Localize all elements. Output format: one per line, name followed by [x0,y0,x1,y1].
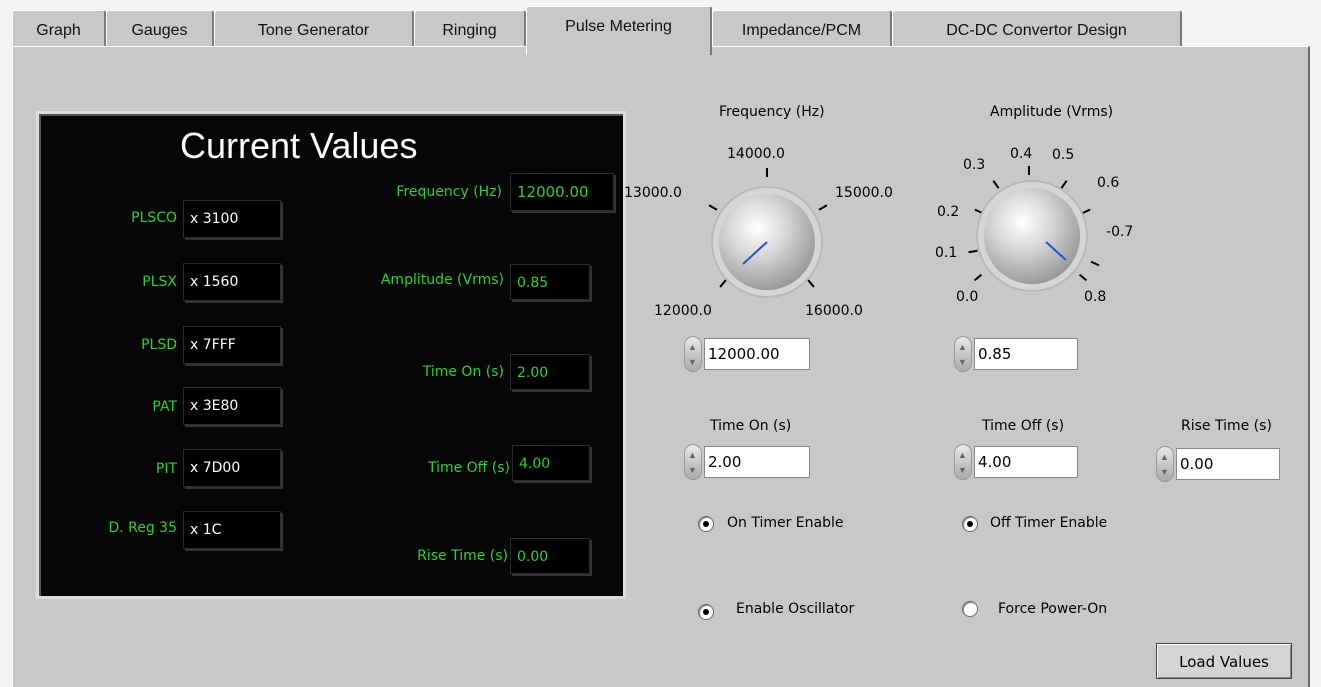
tab-tone-generator[interactable]: Tone Generator [214,10,414,48]
amplitude-scale-label: 0.8 [1084,289,1107,305]
knob-tick [1028,166,1030,175]
amplitude-scale-label: 0.1 [935,245,958,261]
time-on-control[interactable]: ▲ ▼ 2.00 [684,444,812,480]
time-off-label: Time Off (s) [982,418,1065,434]
frequency-scale-label: 15000.0 [835,185,893,201]
tab-graph[interactable]: Graph [12,10,106,48]
knob-tick [766,168,768,177]
rise-time-control[interactable]: ▲ ▼ 0.00 [1156,446,1282,482]
knob-indicator [742,241,768,265]
frequency-scale-label: 14000.0 [727,146,785,162]
frequency-knob-title: Frequency (Hz) [719,104,825,120]
current-values-title: Current Values [180,125,418,166]
register-label: PIT [155,461,177,477]
amplitude-scale-label: 0.6 [1097,175,1120,191]
readout-label: Time On (s) [422,364,504,380]
time-off-input[interactable]: 4.00 [974,446,1078,478]
register-label: PAT [152,399,177,415]
time-on-input[interactable]: 2.00 [704,446,810,478]
amplitude-knob[interactable] [984,188,1080,284]
frequency-knob[interactable] [719,194,815,290]
readout-label: Amplitude (Vrms) [380,272,504,288]
tab-dc-dc-convertor-design[interactable]: DC-DC Convertor Design [892,10,1182,48]
frequency-scale-label: 13000.0 [624,185,682,201]
time-off-spin-button[interactable]: ▲ ▼ [954,444,972,480]
register-label: PLSCO [131,210,177,226]
readout-value: 12000.00 [510,173,614,211]
amplitude-scale-label: -0.7 [1106,224,1134,240]
readout-label: Frequency (Hz) [396,184,502,200]
frequency-scale-label: 16000.0 [805,303,863,319]
time-on-label: Time On (s) [710,418,792,434]
on-timer-enable-label: On Timer Enable [727,515,844,531]
frequency-input[interactable]: 12000.00 [704,338,810,370]
register-label: PLSX [142,274,177,290]
readout-label: Rise Time (s) [417,548,508,564]
off-timer-enable-label: Off Timer Enable [990,515,1108,531]
readout-value: 2.00 [510,354,590,390]
amplitude-scale-label: 0.5 [1052,147,1075,163]
amplitude-spin-button[interactable]: ▲ ▼ [954,336,972,372]
rise-time-spin-button[interactable]: ▲ ▼ [1156,446,1174,482]
tab-pulse-metering[interactable]: Pulse Metering [526,6,712,55]
enable-oscillator-radio[interactable] [698,604,714,620]
amplitude-numeric-control[interactable]: ▲ ▼ 0.85 [954,336,1080,372]
amplitude-scale-value: 0.7 [1111,224,1134,240]
force-power-on-label: Force Power-On [998,601,1108,617]
rise-time-input[interactable]: 0.00 [1176,448,1280,480]
tab-impedance-pcm[interactable]: Impedance/PCM [712,10,892,48]
register-value: x 1560 [183,263,281,301]
time-off-control[interactable]: ▲ ▼ 4.00 [954,444,1080,480]
rise-time-label: Rise Time (s) [1181,418,1272,434]
amplitude-scale-label: 0.2 [937,204,960,220]
register-value: x 7D00 [183,449,281,487]
frequency-scale-label: 12000.0 [654,303,712,319]
register-value: x 3E80 [183,387,281,425]
amplitude-scale-label: 0.0 [956,289,979,305]
amplitude-scale-label: 0.3 [963,157,986,173]
amplitude-scale-label: 0.4 [1010,146,1033,162]
enable-oscillator-label: Enable Oscillator [736,601,855,617]
readout-value: 0.00 [510,538,590,574]
on-timer-enable-radio[interactable] [698,516,714,532]
time-on-spin-button[interactable]: ▲ ▼ [684,444,702,480]
register-label: PLSD [141,337,177,353]
frequency-spin-button[interactable]: ▲ ▼ [684,336,702,372]
register-value: x 1C [183,511,281,549]
frequency-numeric-control[interactable]: ▲ ▼ 12000.00 [684,336,812,372]
register-value: x 7FFF [183,326,281,364]
readout-value: 0.85 [510,264,590,300]
knob-indicator [1045,241,1067,261]
readout-label: Time Off (s) [427,460,510,476]
off-timer-enable-radio[interactable] [962,516,978,532]
register-value: x 3100 [183,200,281,238]
load-values-button[interactable]: Load Values [1156,643,1292,679]
force-power-on-radio[interactable] [962,601,978,617]
register-label: D. Reg 35 [108,520,177,536]
readout-value: 4.00 [512,445,590,481]
tab-bar: Graph Gauges Tone Generator Ringing Puls… [12,6,1182,55]
amplitude-input[interactable]: 0.85 [974,338,1078,370]
tab-ringing[interactable]: Ringing [414,10,526,48]
amplitude-knob-title: Amplitude (Vrms) [990,104,1114,120]
tab-gauges[interactable]: Gauges [106,10,214,48]
